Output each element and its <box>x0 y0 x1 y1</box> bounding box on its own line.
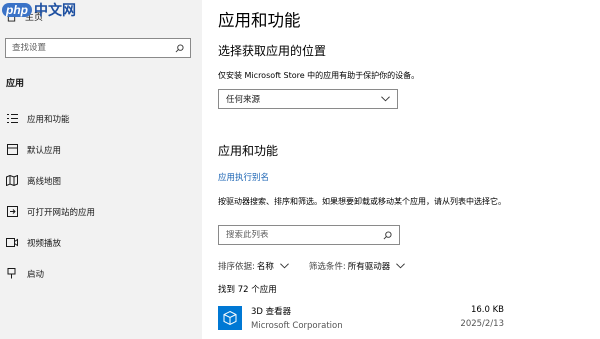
main-content: 应用和功能 选择获取应用的位置 仅安装 Microsoft Store 中的应用… <box>202 0 600 339</box>
app-list-item[interactable]: 3D 查看器 Microsoft Corporation 16.0 KB 202… <box>218 303 504 337</box>
app-size: 16.0 KB <box>470 305 504 315</box>
app-source-value: 任何来源 <box>226 95 261 105</box>
sidebar-nav: 应用和功能 默认应用 离线地图 可打开网站的应用 视频播放 启动 <box>0 103 202 289</box>
sort-by-dropdown[interactable]: 排序依据: 名称 <box>218 260 289 272</box>
settings-search-box[interactable] <box>5 38 191 58</box>
app-execution-alias-link[interactable]: 应用执行别名 <box>218 171 269 183</box>
sidebar-item-offline-maps[interactable]: 离线地图 <box>0 165 202 196</box>
sort-by-label: 排序依据: <box>218 262 255 272</box>
watermark-php: php <box>2 3 32 17</box>
search-icon[interactable] <box>175 43 184 53</box>
sidebar-item-label: 离线地图 <box>27 176 62 187</box>
default-apps-icon <box>6 144 18 156</box>
apps-list-icon <box>6 113 18 125</box>
sidebar-item-default-apps[interactable]: 默认应用 <box>0 134 202 165</box>
apps-for-websites-icon <box>6 206 18 218</box>
sidebar: 主页 php 中文网 应用 应用和功能 默认 <box>0 0 202 339</box>
chevron-down-icon <box>396 263 406 269</box>
video-playback-icon <box>6 237 18 249</box>
sidebar-item-apps-for-websites[interactable]: 可打开网站的应用 <box>0 196 202 227</box>
offline-maps-icon <box>6 175 18 187</box>
search-icon[interactable] <box>383 230 392 240</box>
filter-by-value: 所有驱动器 <box>347 262 391 272</box>
sidebar-item-label: 可打开网站的应用 <box>27 207 96 218</box>
sidebar-item-label: 启动 <box>27 269 45 280</box>
apps-found-count: 找到 72 个应用 <box>218 285 277 295</box>
page-title: 应用和功能 <box>218 11 301 30</box>
app-install-date: 2025/2/13 <box>460 319 504 329</box>
app-meta: 16.0 KB 2025/2/13 <box>460 303 504 329</box>
app-list-search-input[interactable] <box>226 230 383 240</box>
search-help-text: 按驱动器搜索、排序和筛选。如果想要卸载或移动某个应用，请从列表中选择它。 <box>218 197 506 206</box>
choose-source-heading: 选择获取应用的位置 <box>218 44 327 58</box>
watermark-text: 中文网 <box>34 2 76 18</box>
sidebar-item-label: 默认应用 <box>27 145 62 156</box>
app-name: 3D 查看器 <box>251 307 292 317</box>
watermark-logo: php 中文网 <box>2 0 76 20</box>
sidebar-item-startup[interactable]: 启动 <box>0 258 202 289</box>
filter-by-dropdown[interactable]: 筛选条件: 所有驱动器 <box>308 260 406 272</box>
settings-search-input[interactable] <box>12 43 175 53</box>
app-text-block: 3D 查看器 Microsoft Corporation <box>251 303 343 337</box>
sidebar-item-label: 视频播放 <box>27 238 62 249</box>
startup-icon <box>6 268 18 280</box>
sidebar-item-video-playback[interactable]: 视频播放 <box>0 227 202 258</box>
filter-by-label: 筛选条件: <box>308 262 346 272</box>
sort-by-value: 名称 <box>256 262 274 272</box>
sidebar-section-title: 应用 <box>6 79 25 89</box>
3d-viewer-app-icon <box>218 306 242 330</box>
chevron-down-icon <box>381 96 390 102</box>
apps-features-heading: 应用和功能 <box>218 144 279 158</box>
app-list-search-box[interactable] <box>218 225 400 245</box>
app-source-dropdown[interactable]: 任何来源 <box>218 89 398 109</box>
sort-filter-row: 排序依据: 名称 筛选条件: 所有驱动器 <box>218 260 406 272</box>
choose-source-description: 仅安装 Microsoft Store 中的应用有助于保护你的设备。 <box>218 71 420 80</box>
chevron-down-icon <box>280 263 289 269</box>
sidebar-item-apps-features[interactable]: 应用和功能 <box>0 103 202 134</box>
sidebar-item-label: 应用和功能 <box>27 114 70 125</box>
app-publisher: Microsoft Corporation <box>251 321 343 331</box>
